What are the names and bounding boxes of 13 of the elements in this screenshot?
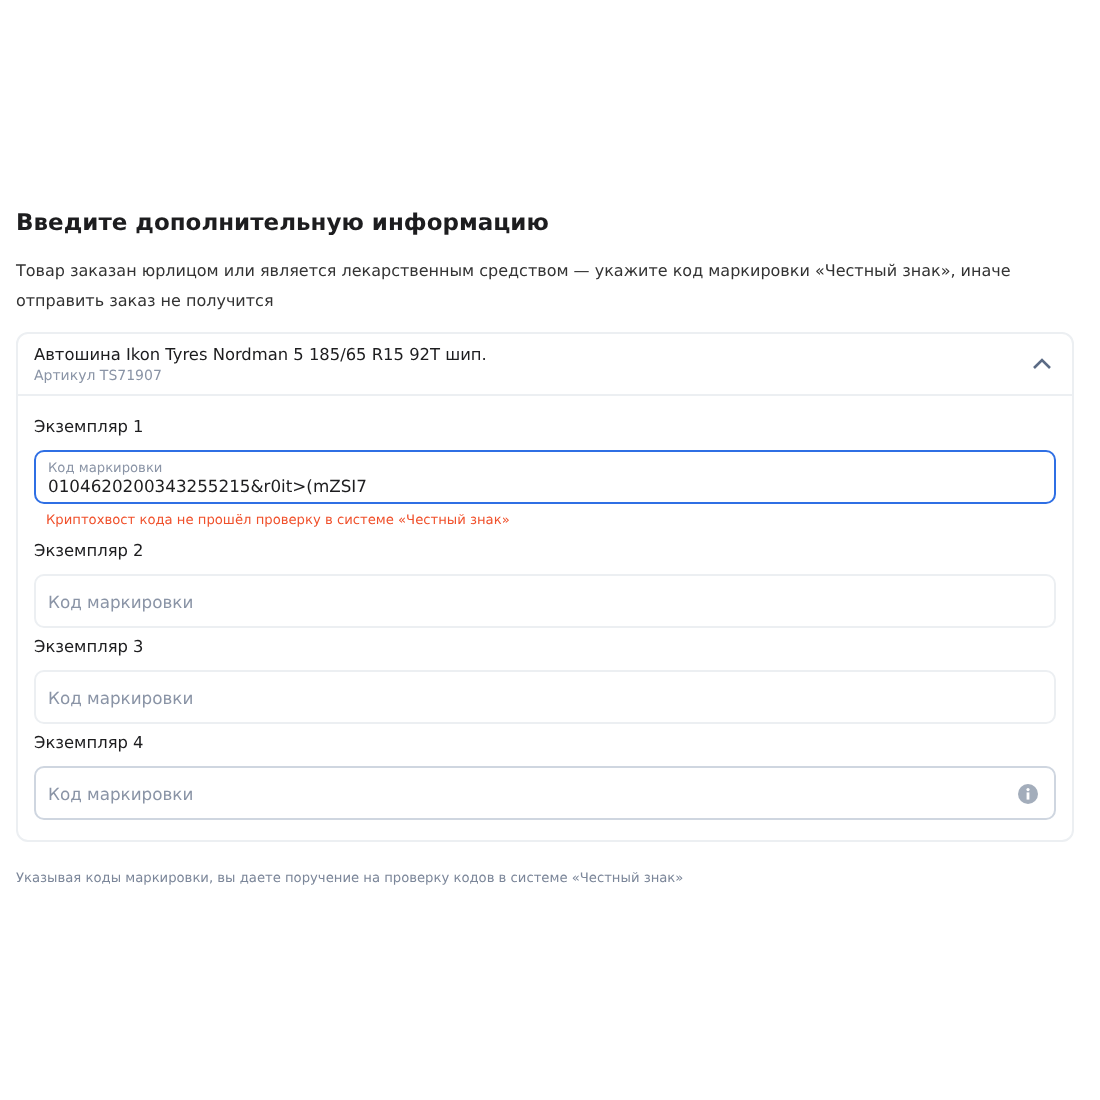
chevron-icon[interactable] (1032, 358, 1052, 370)
item-label: Экземпляр 3 (34, 634, 146, 658)
section-title: Введите дополнительную информацию (16, 208, 551, 236)
marking-code-field[interactable]: Код маркировки (34, 766, 1056, 820)
item-label: Экземпляр 2 (34, 538, 146, 562)
code-input[interactable]: Код маркировки (48, 783, 1018, 803)
code-input[interactable]: Код маркировки (48, 687, 1038, 707)
item-label: Экземпляр 4 (34, 730, 146, 754)
product-name: Автошина Ikon Tyres Nordman 5 185/65 R15 92T шип. (34, 342, 489, 366)
item-label: Экземпляр 1 (34, 414, 146, 438)
code-input[interactable]: Код маркировки (48, 591, 1038, 611)
code-input[interactable]: 0104620200343255215&r0it>(mZSI7 (48, 475, 1038, 495)
description-text: Товар заказан юрлицом или является лекарственным средством — укажите код маркировки «Честный знак», иначе отправить заказ не получится (16, 260, 1013, 314)
